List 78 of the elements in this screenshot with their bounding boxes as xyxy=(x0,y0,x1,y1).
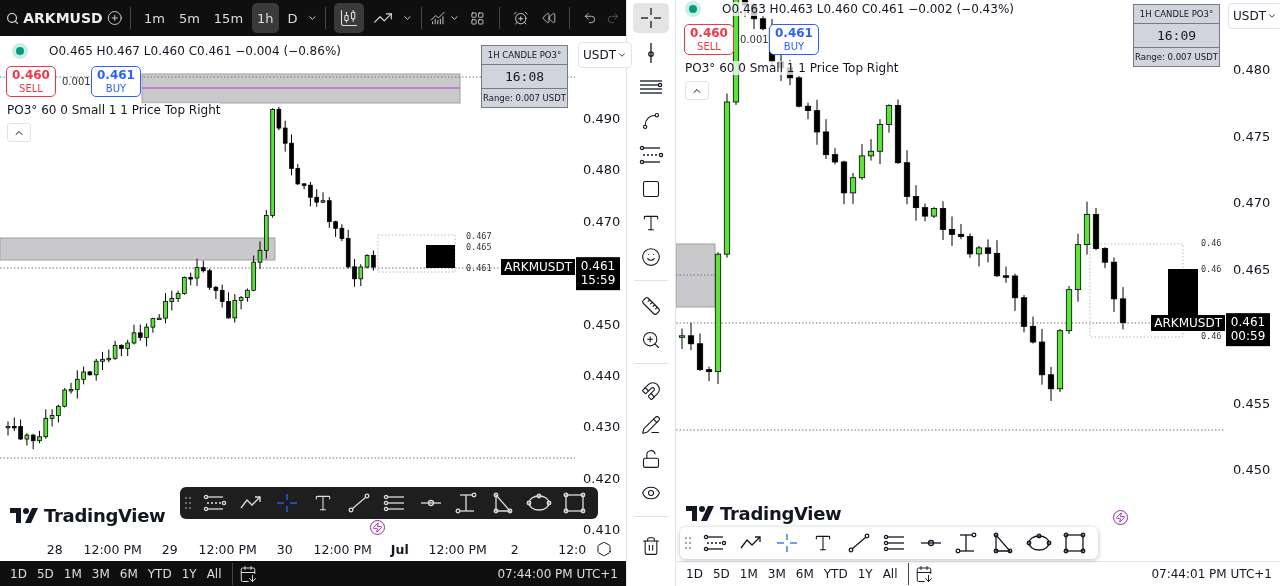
time-label: 12:00 PM xyxy=(83,541,141,557)
price-label: 0.470 xyxy=(1233,194,1271,210)
interval-tab[interactable]: 1m xyxy=(138,3,170,33)
range-button[interactable]: All xyxy=(202,567,226,581)
price-label: 0.430 xyxy=(583,418,621,434)
clock: 07:44:00 PM UTC+1 xyxy=(497,567,619,581)
price-label: 0.480 xyxy=(1233,61,1271,77)
interval-tab[interactable]: 1h xyxy=(252,3,279,33)
panel-title: 1H CANDLE PO3° xyxy=(1138,8,1215,21)
last-price-tag: 0.461 15:59 xyxy=(576,257,620,290)
range-button[interactable]: YTD xyxy=(143,567,176,581)
range-button[interactable]: 1M xyxy=(735,567,762,581)
price-label: 0.455 xyxy=(1233,395,1271,410)
price-label: 0.450 xyxy=(1233,461,1271,477)
price-label: 0.465 xyxy=(1233,261,1271,277)
price-label: 0.440 xyxy=(583,367,621,383)
range-button[interactable]: YTD xyxy=(819,567,852,581)
range-button[interactable]: 5D xyxy=(708,567,734,581)
symbol-tag: ARKMUSDT xyxy=(1151,315,1225,331)
price-label: 0.410 xyxy=(583,521,621,537)
logo-text: TradingView xyxy=(44,505,166,526)
range-button[interactable]: 1Y xyxy=(177,567,201,581)
time-label: 30 xyxy=(275,541,294,557)
range-button[interactable]: 5D xyxy=(32,567,58,581)
price-label: 0.480 xyxy=(583,161,621,177)
range-button[interactable]: 1D xyxy=(6,567,31,581)
time-label: 12:00 PM xyxy=(198,541,256,557)
buy-button[interactable]: 0.461 BUY xyxy=(91,66,141,97)
level-label: 0.46 xyxy=(1201,264,1222,274)
buy-button[interactable]: 0.461 BUY xyxy=(769,24,819,55)
price-label: 0.450 xyxy=(583,316,621,332)
currency-button[interactable]: USDT xyxy=(578,42,632,68)
range-button[interactable]: 1Y xyxy=(853,567,877,581)
currency-button[interactable]: USDT xyxy=(1228,3,1280,29)
level-label: 0.461 xyxy=(466,263,492,273)
price-label: 0.420 xyxy=(583,470,621,486)
price-label: 0.475 xyxy=(1233,128,1271,144)
range-button[interactable]: 6M xyxy=(791,567,818,581)
time-label: 12:0 xyxy=(557,541,588,557)
sell-button[interactable]: 0.460 SELL xyxy=(6,66,56,97)
range-button[interactable]: 6M xyxy=(115,567,142,581)
price-label: 0.490 xyxy=(583,110,621,126)
logo-text: TradingView xyxy=(720,503,842,524)
panel-time: 16:09 xyxy=(1134,23,1219,47)
ohlc-legend: O0.463 H0.463 L0.460 C0.461 −0.002 (−0.43%) xyxy=(722,2,1014,16)
clock: 07:44:01 PM UTC+1 xyxy=(1151,567,1273,581)
range-button[interactable]: 3M xyxy=(87,567,114,581)
sell-button[interactable]: 0.460 SELL xyxy=(684,24,734,55)
time-label: 12:00 PM xyxy=(313,541,371,557)
range-button[interactable]: All xyxy=(878,567,902,581)
panel-range: Range: 0.007 USDT xyxy=(1134,47,1219,66)
price-label: 0.470 xyxy=(583,213,621,229)
last-price-tag: 0.461 00:59 xyxy=(1226,313,1270,346)
panel-range: Range: 0.007 USDT xyxy=(482,88,567,107)
time-label: 2 xyxy=(509,541,520,557)
range-button[interactable]: 3M xyxy=(763,567,790,581)
indicator-label: PO3° 60 0 Small 1 1 Price Top Right xyxy=(685,61,899,75)
interval-tab[interactable]: D xyxy=(282,3,303,33)
symbol-name[interactable]: ARKMUSD xyxy=(23,10,103,26)
indicator-label: PO3° 60 0 Small 1 1 Price Top Right xyxy=(7,103,221,117)
time-label: 12:00 PM xyxy=(428,541,486,557)
panel-title: 1H CANDLE PO3° xyxy=(486,49,563,62)
time-label: 28 xyxy=(45,541,64,557)
spread-value: 0.001 xyxy=(62,75,91,87)
level-label: 0.467 xyxy=(466,231,492,241)
ohlc-legend: O0.465 H0.467 L0.460 C0.461 −0.004 (−0.86%) xyxy=(49,44,341,58)
symbol-tag: ARKMUSDT xyxy=(501,259,575,275)
range-button[interactable]: 1M xyxy=(59,567,86,581)
level-label: 0.46 xyxy=(1201,238,1222,248)
time-label: 29 xyxy=(160,541,179,557)
time-label: Jul xyxy=(389,541,410,557)
spread-value: 0.001 xyxy=(740,33,769,45)
panel-time: 16:08 xyxy=(482,64,567,88)
level-label: 0.465 xyxy=(466,242,492,252)
interval-tab[interactable]: 5m xyxy=(173,3,205,33)
interval-tab[interactable]: 15m xyxy=(208,3,249,33)
range-button[interactable]: 1D xyxy=(682,567,707,581)
level-label: 0.46 xyxy=(1201,331,1222,341)
